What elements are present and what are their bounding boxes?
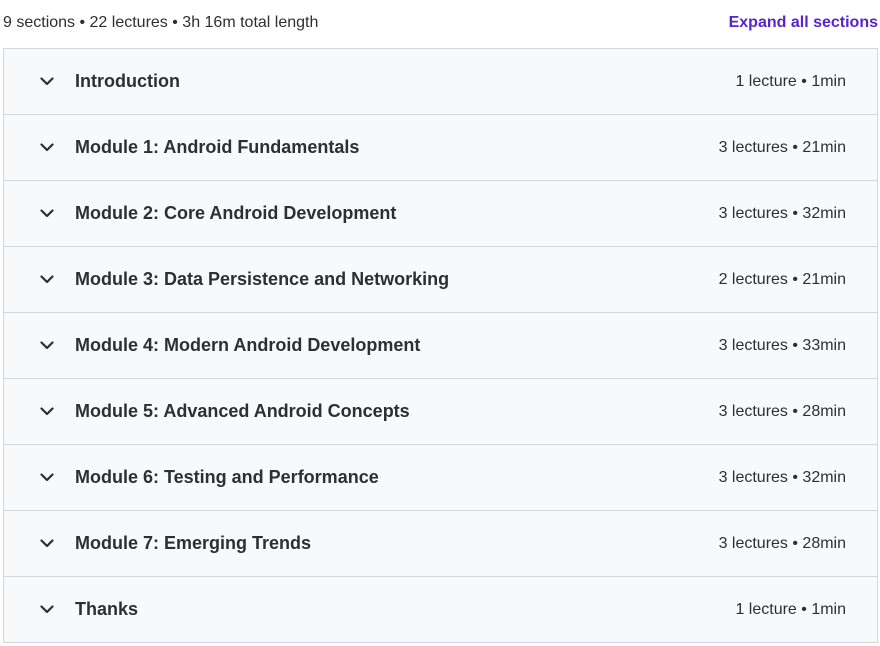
section-title: Module 1: Android Fundamentals bbox=[75, 137, 360, 157]
section-meta: 3 lectures • 33min bbox=[718, 336, 846, 354]
section-meta: 1 lecture • 1min bbox=[735, 600, 846, 618]
section-meta: 3 lectures • 28min bbox=[718, 402, 846, 420]
curriculum-section-list: Introduction 1 lecture • 1min Module 1: … bbox=[3, 48, 878, 643]
section-meta: 3 lectures • 32min bbox=[718, 468, 846, 486]
section-meta: 3 lectures • 28min bbox=[718, 534, 846, 552]
section-title: Thanks bbox=[75, 599, 139, 619]
section-row-module-6[interactable]: Module 6: Testing and Performance 3 lect… bbox=[4, 445, 877, 511]
section-meta: 3 lectures • 32min bbox=[718, 204, 846, 222]
chevron-down-icon bbox=[38, 271, 56, 289]
section-title: Introduction bbox=[75, 71, 180, 91]
chevron-down-icon bbox=[38, 205, 56, 223]
section-title: Module 3: Data Persistence and Networkin… bbox=[75, 269, 450, 289]
section-row-module-7[interactable]: Module 7: Emerging Trends 3 lectures • 2… bbox=[4, 511, 877, 577]
chevron-down-icon bbox=[38, 403, 56, 421]
chevron-down-icon bbox=[38, 535, 56, 553]
section-row-introduction[interactable]: Introduction 1 lecture • 1min bbox=[4, 49, 877, 115]
chevron-down-icon bbox=[38, 139, 56, 157]
section-title: Module 7: Emerging Trends bbox=[75, 533, 312, 553]
expand-all-sections-button[interactable]: Expand all sections bbox=[729, 14, 878, 32]
section-meta: 3 lectures • 21min bbox=[718, 138, 846, 156]
chevron-down-icon bbox=[38, 337, 56, 355]
section-row-module-2[interactable]: Module 2: Core Android Development 3 lec… bbox=[4, 181, 877, 247]
section-row-module-5[interactable]: Module 5: Advanced Android Concepts 3 le… bbox=[4, 379, 877, 445]
section-row-module-4[interactable]: Module 4: Modern Android Development 3 l… bbox=[4, 313, 877, 379]
curriculum-summary: 9 sections • 22 lectures • 3h 16m total … bbox=[3, 14, 319, 31]
chevron-down-icon bbox=[38, 601, 56, 619]
section-title: Module 4: Modern Android Development bbox=[75, 335, 421, 355]
chevron-down-icon bbox=[38, 469, 56, 487]
section-row-module-1[interactable]: Module 1: Android Fundamentals 3 lecture… bbox=[4, 115, 877, 181]
section-title: Module 2: Core Android Development bbox=[75, 203, 397, 223]
section-row-module-3[interactable]: Module 3: Data Persistence and Networkin… bbox=[4, 247, 877, 313]
section-meta: 2 lectures • 21min bbox=[718, 270, 846, 288]
chevron-down-icon bbox=[38, 73, 56, 91]
section-meta: 1 lecture • 1min bbox=[735, 72, 846, 90]
curriculum-summary-bar: 9 sections • 22 lectures • 3h 16m total … bbox=[0, 0, 880, 46]
section-row-thanks[interactable]: Thanks 1 lecture • 1min bbox=[4, 577, 877, 643]
section-title: Module 5: Advanced Android Concepts bbox=[75, 401, 410, 421]
section-title: Module 6: Testing and Performance bbox=[75, 467, 379, 487]
